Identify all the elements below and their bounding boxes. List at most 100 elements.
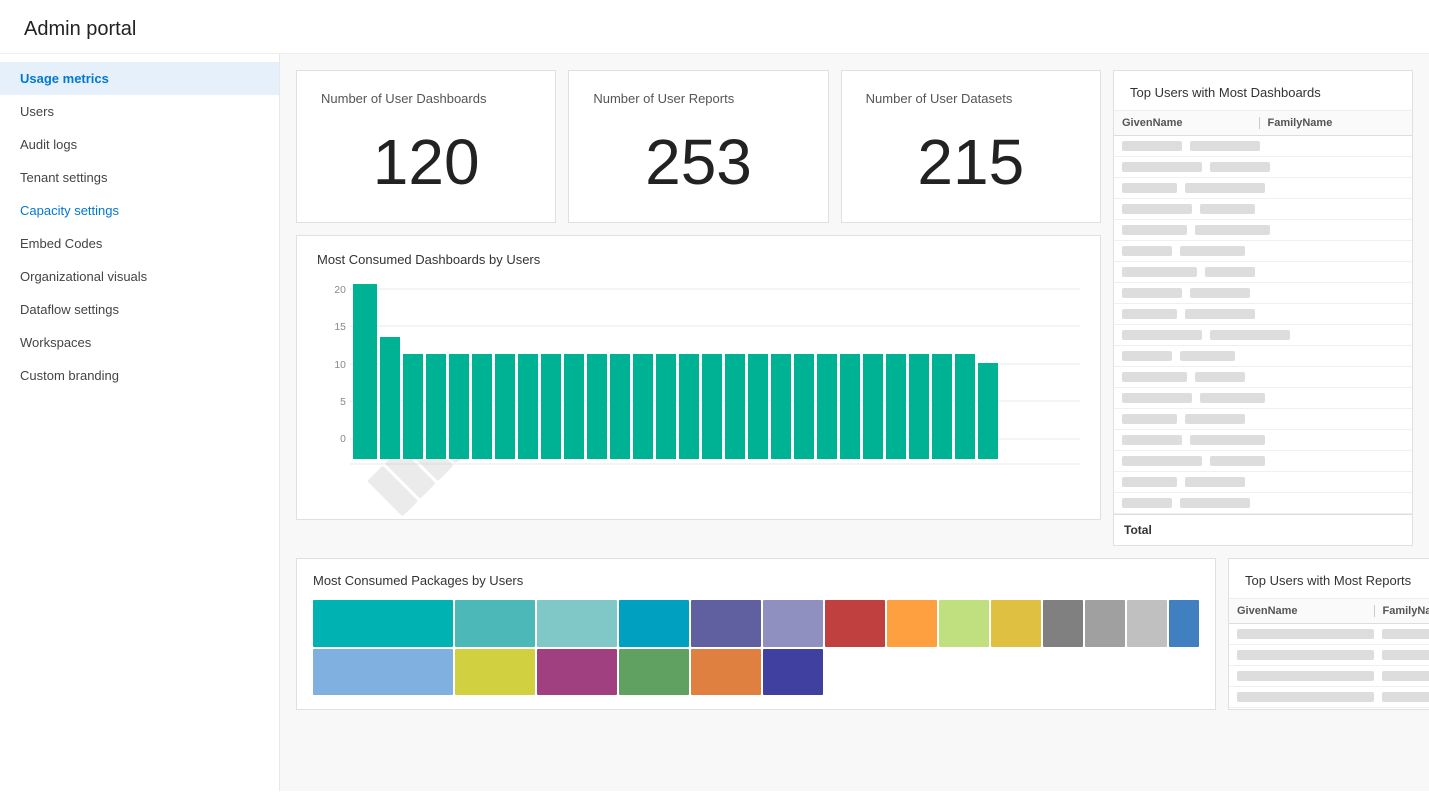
table-row — [1114, 157, 1412, 178]
sidebar-item-users[interactable]: Users — [0, 95, 279, 128]
cell-family-name — [1190, 141, 1260, 151]
treemap-cell — [313, 600, 453, 647]
metric-card-datasets: Number of User Datasets 215 — [841, 70, 1101, 223]
bar-item — [679, 354, 699, 459]
treemap-cell — [537, 600, 617, 647]
cell-family-name — [1382, 650, 1429, 660]
bar-item — [656, 354, 676, 459]
app-title: Admin portal — [0, 0, 1429, 54]
treemap-cell — [537, 649, 617, 696]
metric-datasets-label: Number of User Datasets — [866, 91, 1076, 106]
cell-family-name — [1185, 183, 1265, 193]
sidebar: Usage metrics Users Audit logs Tenant se… — [0, 54, 280, 791]
bar-item — [587, 354, 607, 459]
cell-family-name — [1382, 671, 1429, 681]
table-row — [1114, 409, 1412, 430]
sidebar-item-organizational-visuals[interactable]: Organizational visuals — [0, 260, 279, 293]
table-row — [1114, 220, 1412, 241]
packages-chart-title: Most Consumed Packages by Users — [313, 573, 1199, 588]
sidebar-item-capacity-settings[interactable]: Capacity settings — [0, 194, 279, 227]
treemap-cell — [691, 649, 761, 696]
bar-item — [955, 354, 975, 459]
bar-item — [610, 354, 630, 459]
sidebar-item-audit-logs[interactable]: Audit logs — [0, 128, 279, 161]
treemap-cell — [1127, 600, 1167, 647]
table-row — [1114, 262, 1412, 283]
treemap — [313, 600, 1199, 695]
metric-datasets-value: 215 — [866, 130, 1076, 194]
bar-item — [771, 354, 791, 459]
bar-item — [518, 354, 538, 459]
cell-family-name — [1195, 225, 1270, 235]
cell-given-name — [1122, 204, 1192, 214]
cell-family-name — [1195, 372, 1245, 382]
cell-family-name — [1200, 204, 1255, 214]
col-family-name: FamilyName — [1259, 117, 1405, 129]
sidebar-item-workspaces[interactable]: Workspaces — [0, 326, 279, 359]
metric-reports-value: 253 — [593, 130, 803, 194]
metric-reports-label: Number of User Reports — [593, 91, 803, 106]
cell-family-name — [1185, 414, 1245, 424]
top-users-dashboards-panel: Top Users with Most Dashboards GivenName… — [1113, 70, 1413, 546]
cell-given-name — [1122, 309, 1177, 319]
bar-item — [403, 354, 423, 459]
table-row — [1114, 136, 1412, 157]
bar-chart-title: Most Consumed Dashboards by Users — [317, 252, 1080, 267]
treemap-cell — [763, 649, 823, 696]
cell-given-name — [1122, 330, 1202, 340]
cell-given-name — [1122, 267, 1197, 277]
bar-item — [541, 354, 561, 459]
table-row — [1114, 346, 1412, 367]
metric-dashboards-value: 120 — [321, 130, 531, 194]
metric-cards-row: Number of User Dashboards 120 Number of … — [296, 70, 1101, 223]
table-row — [1229, 624, 1429, 645]
cell-given-name — [1122, 498, 1172, 508]
cell-family-name — [1180, 246, 1245, 256]
treemap-cell — [619, 649, 689, 696]
bar-item — [725, 354, 745, 459]
cell-family-name — [1210, 456, 1265, 466]
cell-given-name — [1122, 456, 1202, 466]
sidebar-item-custom-branding[interactable]: Custom branding — [0, 359, 279, 392]
bar-item — [863, 354, 883, 459]
bar-item — [564, 354, 584, 459]
table-row — [1229, 666, 1429, 687]
table-header-dashboards: GivenName FamilyName — [1114, 111, 1412, 136]
cell-given-name — [1237, 671, 1374, 681]
cell-family-name — [1382, 629, 1429, 639]
treemap-cell — [1169, 600, 1199, 647]
bar-item — [794, 354, 814, 459]
packages-card: Most Consumed Packages by Users — [296, 558, 1216, 710]
table-row — [1114, 241, 1412, 262]
bar-item — [426, 354, 446, 459]
table-row — [1114, 451, 1412, 472]
svg-text:5: 5 — [340, 397, 346, 408]
table-row — [1114, 199, 1412, 220]
col-family-name-r: FamilyName — [1374, 605, 1429, 617]
table-row — [1114, 325, 1412, 346]
sidebar-item-tenant-settings[interactable]: Tenant settings — [0, 161, 279, 194]
bar-item — [449, 354, 469, 459]
top-users-reports-title: Top Users with Most Reports — [1229, 559, 1429, 599]
cell-family-name — [1180, 498, 1250, 508]
bar-item — [380, 337, 400, 460]
cell-given-name — [1122, 141, 1182, 151]
top-users-rows — [1114, 136, 1412, 514]
treemap-cell — [455, 600, 535, 647]
treemap-cell — [455, 649, 535, 696]
top-users-reports-panel: Top Users with Most Reports GivenName Fa… — [1228, 558, 1429, 710]
bar-item — [886, 354, 906, 459]
table-row — [1229, 645, 1429, 666]
treemap-cell — [1043, 600, 1083, 647]
treemap-cell — [691, 600, 761, 647]
cell-given-name — [1122, 183, 1177, 193]
table-row — [1114, 178, 1412, 199]
sidebar-item-usage-metrics[interactable]: Usage metrics — [0, 62, 279, 95]
sidebar-item-dataflow-settings[interactable]: Dataflow settings — [0, 293, 279, 326]
cell-given-name — [1237, 692, 1374, 702]
bars-overlay — [353, 284, 1080, 459]
cell-given-name — [1237, 629, 1374, 639]
table-row — [1114, 430, 1412, 451]
sidebar-item-embed-codes[interactable]: Embed Codes — [0, 227, 279, 260]
svg-text:15: 15 — [334, 322, 346, 333]
